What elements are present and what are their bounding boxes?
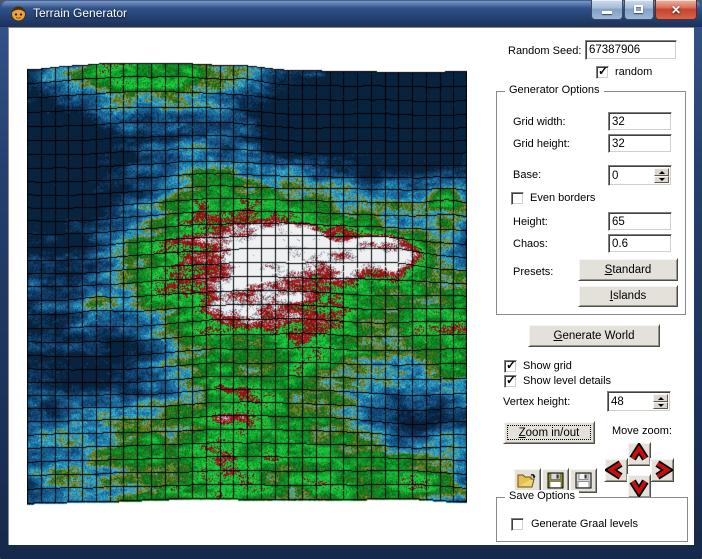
move-zoom-down-button[interactable] [627,474,651,498]
base-spin-down-button[interactable] [654,176,669,184]
app-icon [10,5,27,22]
save-floppy-alt-icon [575,472,592,489]
move-zoom-up-button[interactable] [627,442,651,466]
even-borders-checkbox[interactable] [511,192,524,205]
show-grid-checkbox[interactable] [504,360,517,373]
move-zoom-left-button[interactable] [604,458,628,482]
save-floppy-icon [547,472,564,489]
generate-world-button[interactable]: Generate World [528,324,660,347]
client-area: Random Seed: random Generator Options Gr… [8,27,694,545]
chaos-label: Chaos: [513,238,548,250]
height-frame [608,212,672,231]
terrain-generator-window: Terrain Generator ✕ Random Seed: random … [0,0,702,559]
vertex-height-spinner-frame [607,391,671,412]
grid-width-frame [608,112,672,131]
terrain-map-canvas[interactable] [27,48,467,518]
close-icon: ✕ [656,3,696,17]
even-borders-label: Even borders [530,192,595,204]
vertex-height-label: Vertex height: [503,396,570,408]
move-zoom-right-button[interactable] [650,458,674,482]
minimize-icon [602,11,612,14]
maximize-button[interactable] [624,0,654,20]
random-seed-input[interactable] [589,43,673,57]
grid-width-input[interactable] [612,115,668,128]
maximize-icon [634,5,643,13]
title-bar[interactable]: Terrain Generator ✕ [0,0,702,27]
random-checkbox[interactable] [596,66,609,79]
preset-islands-button[interactable]: Islands [578,285,678,307]
save-options-group: Save Options Generate Graal levels [496,497,688,542]
vertex-height-input[interactable] [611,394,651,409]
down-arrow-icon [628,475,650,497]
preset-standard-button[interactable]: Standard [578,258,678,281]
grid-height-label: Grid height: [513,138,570,150]
grid-height-input[interactable] [612,137,668,150]
generator-options-title: Generator Options [505,84,604,96]
right-arrow-icon [651,459,673,481]
move-zoom-label: Move zoom: [612,425,672,437]
close-button[interactable]: ✕ [655,0,697,20]
chaos-input[interactable] [612,237,668,250]
random-seed-label: Random Seed: [508,45,581,57]
base-input[interactable] [612,168,652,183]
up-arrow-icon [628,443,650,465]
left-arrow-icon [605,459,627,481]
base-spin-up-button[interactable] [654,168,669,176]
vertex-spin-down-button[interactable] [653,402,668,410]
chaos-frame [608,234,672,253]
generate-graal-label: Generate Graal levels [531,518,638,530]
random-checkbox-label: random [615,66,652,78]
vertex-spin-up-button[interactable] [653,394,668,402]
show-grid-label: Show grid [523,360,572,372]
base-spinner-frame [608,165,672,186]
minimize-button[interactable] [591,0,623,20]
height-label: Height: [513,216,548,228]
save-options-title: Save Options [505,490,579,502]
grid-height-frame [608,134,672,153]
show-level-details-label: Show level details [523,375,611,387]
grid-width-label: Grid width: [513,116,566,128]
show-level-details-checkbox[interactable] [504,375,517,388]
open-folder-icon [517,472,537,489]
presets-label: Presets: [513,266,553,278]
zoom-in-out-button[interactable]: Zoom in/out [503,421,595,444]
height-input[interactable] [612,215,668,228]
generate-graal-checkbox[interactable] [511,518,524,531]
window-title: Terrain Generator [33,6,127,20]
random-seed-input-frame [585,40,677,60]
base-label: Base: [513,169,541,181]
generator-options-group: Generator Options Grid width: Grid heigh… [496,91,686,315]
